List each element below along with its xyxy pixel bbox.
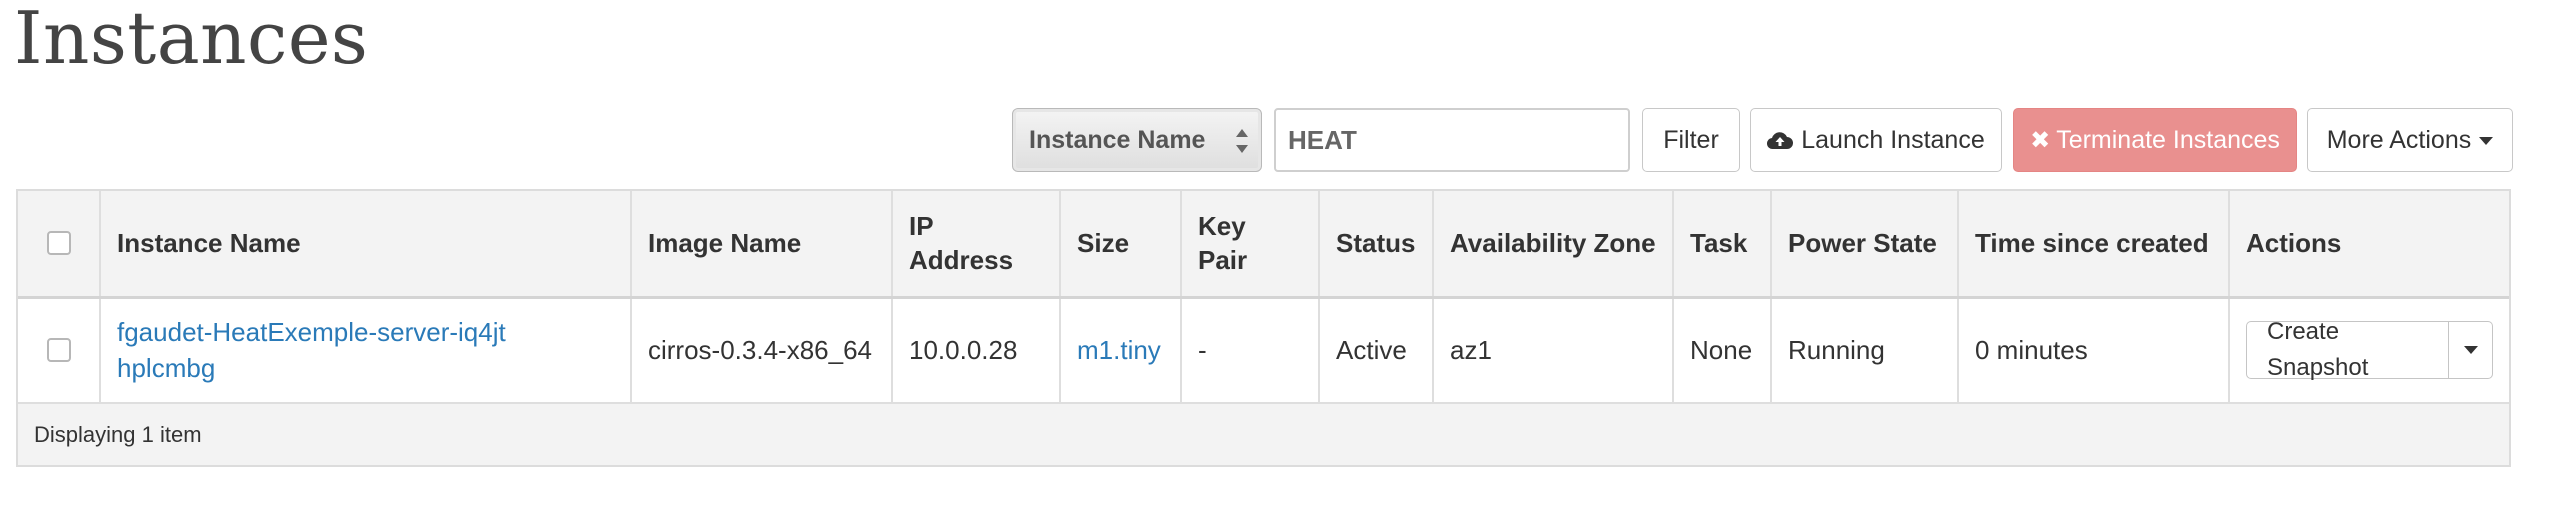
caret-down-icon [2463, 346, 2478, 355]
filter-button-label: Filter [1663, 125, 1719, 154]
close-icon: ✖ [2030, 126, 2051, 154]
column-header-task[interactable]: Task [1672, 191, 1771, 297]
search-input[interactable] [1274, 108, 1630, 172]
ip-address-cell: 10.0.0.28 [891, 297, 1060, 403]
column-header-instance-name[interactable]: Instance Name [99, 191, 631, 297]
time-since-created-cell: 0 minutes [1957, 297, 2229, 403]
select-arrows-icon [1235, 127, 1249, 155]
create-snapshot-label: Create Snapshot [2267, 318, 2369, 382]
status-cell: Active [1318, 297, 1433, 403]
column-header-time-since-created[interactable]: Time since created [1957, 191, 2229, 297]
column-header-power-state[interactable]: Power State [1770, 191, 1958, 297]
more-actions-label: More Actions [2326, 125, 2472, 154]
select-all-checkbox[interactable] [46, 231, 71, 256]
launch-instance-label: Launch Instance [1801, 125, 1985, 154]
column-header-actions: Actions [2228, 191, 2509, 297]
row-actions-split-button: Create Snapshot [2246, 318, 2493, 381]
column-header-key-pair[interactable]: Key Pair [1180, 191, 1319, 297]
row-actions-dropdown-toggle[interactable] [2449, 321, 2493, 380]
key-pair-cell: - [1180, 297, 1319, 403]
instances-table: Instance Name Image Name IP Address Size… [16, 189, 2511, 467]
create-snapshot-button[interactable]: Create Snapshot [2246, 318, 2450, 381]
column-header-ip-address[interactable]: IP Address [891, 191, 1060, 297]
availability-zone-cell: az1 [1432, 297, 1673, 403]
table-footer-row: Displaying 1 item [18, 403, 2509, 465]
power-state-cell: Running [1770, 297, 1958, 403]
instance-name-link[interactable]: fgaudet-HeatExemple-server-iq4jthplcmbg [117, 314, 507, 386]
more-actions-button[interactable]: More Actions [2307, 108, 2513, 172]
table-footer-text: Displaying 1 item [18, 403, 2509, 465]
row-checkbox[interactable] [46, 338, 71, 363]
filter-field-select[interactable]: Instance Name [1012, 108, 1262, 172]
size-link[interactable]: m1.tiny [1077, 335, 1161, 365]
column-header-image-name[interactable]: Image Name [630, 191, 892, 297]
table-row: fgaudet-HeatExemple-server-iq4jthplcmbg … [18, 297, 2509, 403]
page-title: Instances [14, 0, 369, 80]
cloud-upload-icon [1767, 130, 1794, 150]
task-cell: None [1672, 297, 1771, 403]
actions-cell: Create Snapshot [2228, 297, 2509, 403]
filter-field-value: Instance Name [1029, 125, 1206, 154]
column-header-availability-zone[interactable]: Availability Zone [1432, 191, 1673, 297]
table-header-row: Instance Name Image Name IP Address Size… [18, 191, 2509, 297]
image-name-cell: cirros-0.3.4-x86_64 [630, 297, 892, 403]
launch-instance-button[interactable]: Launch Instance [1750, 108, 2002, 172]
terminate-instances-label: Terminate Instances [2056, 125, 2280, 154]
caret-down-icon [2479, 137, 2494, 145]
terminate-instances-button[interactable]: ✖ Terminate Instances [2013, 108, 2297, 172]
filter-button[interactable]: Filter [1642, 108, 1740, 172]
column-header-size[interactable]: Size [1059, 191, 1181, 297]
column-header-status[interactable]: Status [1318, 191, 1433, 297]
